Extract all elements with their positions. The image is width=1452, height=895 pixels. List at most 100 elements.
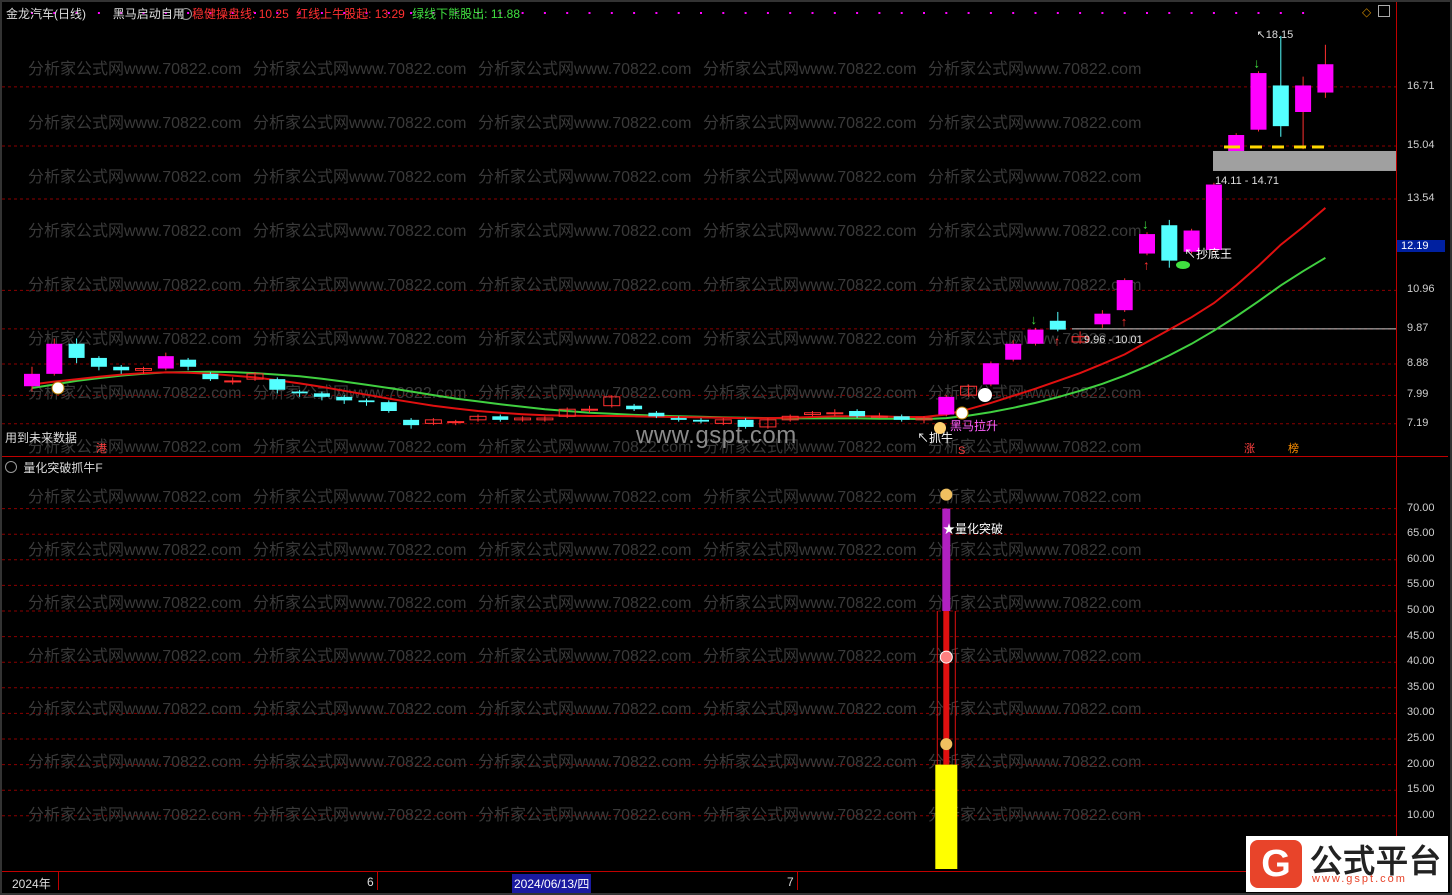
signal-ball-icon [939, 650, 953, 664]
tick-divider [377, 872, 378, 890]
tick-divider [58, 872, 59, 890]
logo-badge-icon: G [1250, 840, 1302, 888]
month-six-label: 6 [367, 875, 374, 889]
candle-body [1027, 329, 1044, 344]
watermark-text: 分析家公式网www.70822.com [703, 60, 916, 78]
price-chart-panel[interactable]: 分析家公式网www.70822.com 分析家公式网www.70822.com 分析… [2, 2, 1396, 456]
plus-circle-icon [978, 388, 992, 402]
watermark-text: 分析家公式网www.70822.com [928, 168, 1141, 186]
top-marker-dot [633, 12, 636, 14]
watermark-text: 分析家公式网www.70822.com [28, 168, 241, 186]
chart-header: 金龙汽车(日线) 黑马启动自用 稳健操盘线: 10.25 红线上牛股起: 13.… [6, 5, 520, 22]
candle-body [849, 411, 866, 417]
top-marker-dot [588, 12, 591, 14]
top-marker-dot [722, 12, 725, 14]
green-arrow-icon: ↓ [1031, 312, 1038, 327]
candle-body [224, 380, 242, 383]
volume-tick-label: 35.00 [1407, 680, 1435, 693]
candle-body [202, 373, 219, 380]
line1-label: 稳健操盘线: [192, 7, 256, 21]
money-bag-icon [940, 488, 953, 501]
candle-body [492, 416, 509, 420]
candle-body [90, 357, 107, 367]
candle-body [1116, 280, 1133, 311]
coin-icon [934, 422, 946, 434]
top-marker-dot [1235, 12, 1238, 14]
watermark-text: 分析家公式网www.70822.com [478, 594, 691, 612]
watermark-text: 分析家公式网www.70822.com [478, 647, 691, 665]
watermark-text: 分析家公式网www.70822.com [253, 330, 466, 348]
watermark-text: 分析家公式网www.70822.com [703, 330, 916, 348]
candle-body [180, 359, 197, 367]
stock-name: 金龙汽车(日线) [6, 7, 86, 21]
watermark-text: 分析家公式网www.70822.com [28, 60, 241, 78]
range-high-label: 14.11 - 14.71 [1215, 175, 1279, 187]
top-marker-dot [1034, 12, 1037, 14]
line2-label: 红线上牛股起: [296, 7, 372, 21]
heima-label: 黑马拉升 [950, 418, 998, 433]
buy-circle-icon [955, 406, 969, 420]
volume-indicator-panel[interactable]: 分析家公式网www.70822.com 分析家公式网www.70822.com 分析… [2, 457, 1396, 870]
watermark-text: 分析家公式网www.70822.com [478, 806, 691, 824]
indicator-name[interactable]: 黑马启动自用 [113, 7, 185, 21]
candle-body [403, 419, 420, 426]
watermark-text: 分析家公式网www.70822.com [478, 276, 691, 294]
watermark-text: 分析家公式网www.70822.com [478, 168, 691, 186]
watermark-text: 分析家公式网www.70822.com [253, 488, 466, 506]
watermark-text: 分析家公式网www.70822.com [928, 384, 1141, 402]
candle-body [626, 405, 643, 410]
liang-hua-label: ★量化突破 [943, 522, 1004, 536]
candle-body [291, 391, 308, 394]
watermark-text: 分析家公式网www.70822.com [703, 276, 916, 294]
candle-body [24, 373, 40, 387]
line1-value: 10.25 [258, 7, 289, 21]
zhang-label: 涨 [1244, 442, 1255, 455]
candle-body [670, 418, 687, 420]
line3-value: 11.88 [490, 7, 520, 21]
top-marker-dot [1012, 12, 1015, 14]
candle-body [1205, 184, 1222, 250]
watermark-text: 分析家公式网www.70822.com [28, 594, 241, 612]
volume-tick-label: 15.00 [1407, 783, 1435, 796]
watermark-text: 分析家公式网www.70822.com [478, 114, 691, 132]
watermark-text: 分析家公式网www.70822.com [28, 276, 241, 294]
money-bag-icon [940, 738, 953, 751]
tick-divider [797, 872, 798, 890]
volume-tick-label: 55.00 [1407, 578, 1435, 591]
watermark-text: 分析家公式网www.70822.com [253, 438, 466, 456]
top-marker-dot [1056, 12, 1059, 14]
top-marker-dot [833, 12, 836, 14]
volume-tick-label: 30.00 [1407, 706, 1435, 719]
maximize-panel-button[interactable] [1378, 5, 1390, 17]
watermark-text: 分析家公式网www.70822.com [703, 384, 916, 402]
top-marker-dot [989, 12, 992, 14]
diamond-icon[interactable]: ◇ [1362, 5, 1371, 19]
watermark-text: 分析家公式网www.70822.com [478, 488, 691, 506]
watermark-text: 分析家公式网www.70822.com [28, 700, 241, 718]
price-tick-label: 13.54 [1407, 192, 1435, 205]
top-marker-dot [1123, 12, 1126, 14]
volume-tick-label: 65.00 [1407, 527, 1435, 540]
top-marker-dot [677, 12, 680, 14]
future-data-note: 用到未来数据 [5, 431, 78, 445]
watermark-text: 分析家公式网www.70822.com [28, 222, 241, 240]
candle-body [1295, 85, 1312, 112]
line2-value: 13.29 [374, 7, 405, 21]
watermark-text: 分析家公式网www.70822.com [253, 222, 466, 240]
price-axis: 16.71 15.04 13.54 10.96 9.87 8.88 7.99 7.19 12.1… [1397, 2, 1447, 456]
top-marker-dot [856, 12, 859, 14]
volume-tick-label: 25.00 [1407, 732, 1435, 744]
watermark-text: 分析家公式网www.70822.com [928, 647, 1141, 665]
top-marker-dot [1079, 12, 1082, 14]
candle-body [1139, 234, 1155, 254]
indicator-settings-icon[interactable] [180, 8, 193, 20]
watermark-text: 分析家公式网www.70822.com [703, 114, 916, 132]
current-price-label: 12.19 [1397, 239, 1445, 252]
candle-body [68, 343, 85, 358]
time-axis-bar[interactable]: 2024年 6 2024/06/13/四 7 [2, 871, 1448, 893]
watermark-text: 分析家公式网www.70822.com [478, 60, 691, 78]
sub-panel-title[interactable]: 量化突破抓牛F [23, 461, 102, 475]
sub-indicator-settings-icon[interactable] [5, 461, 17, 473]
red-arrow-icon: ↑ [1054, 333, 1061, 348]
top-marker-dot [1212, 12, 1215, 14]
